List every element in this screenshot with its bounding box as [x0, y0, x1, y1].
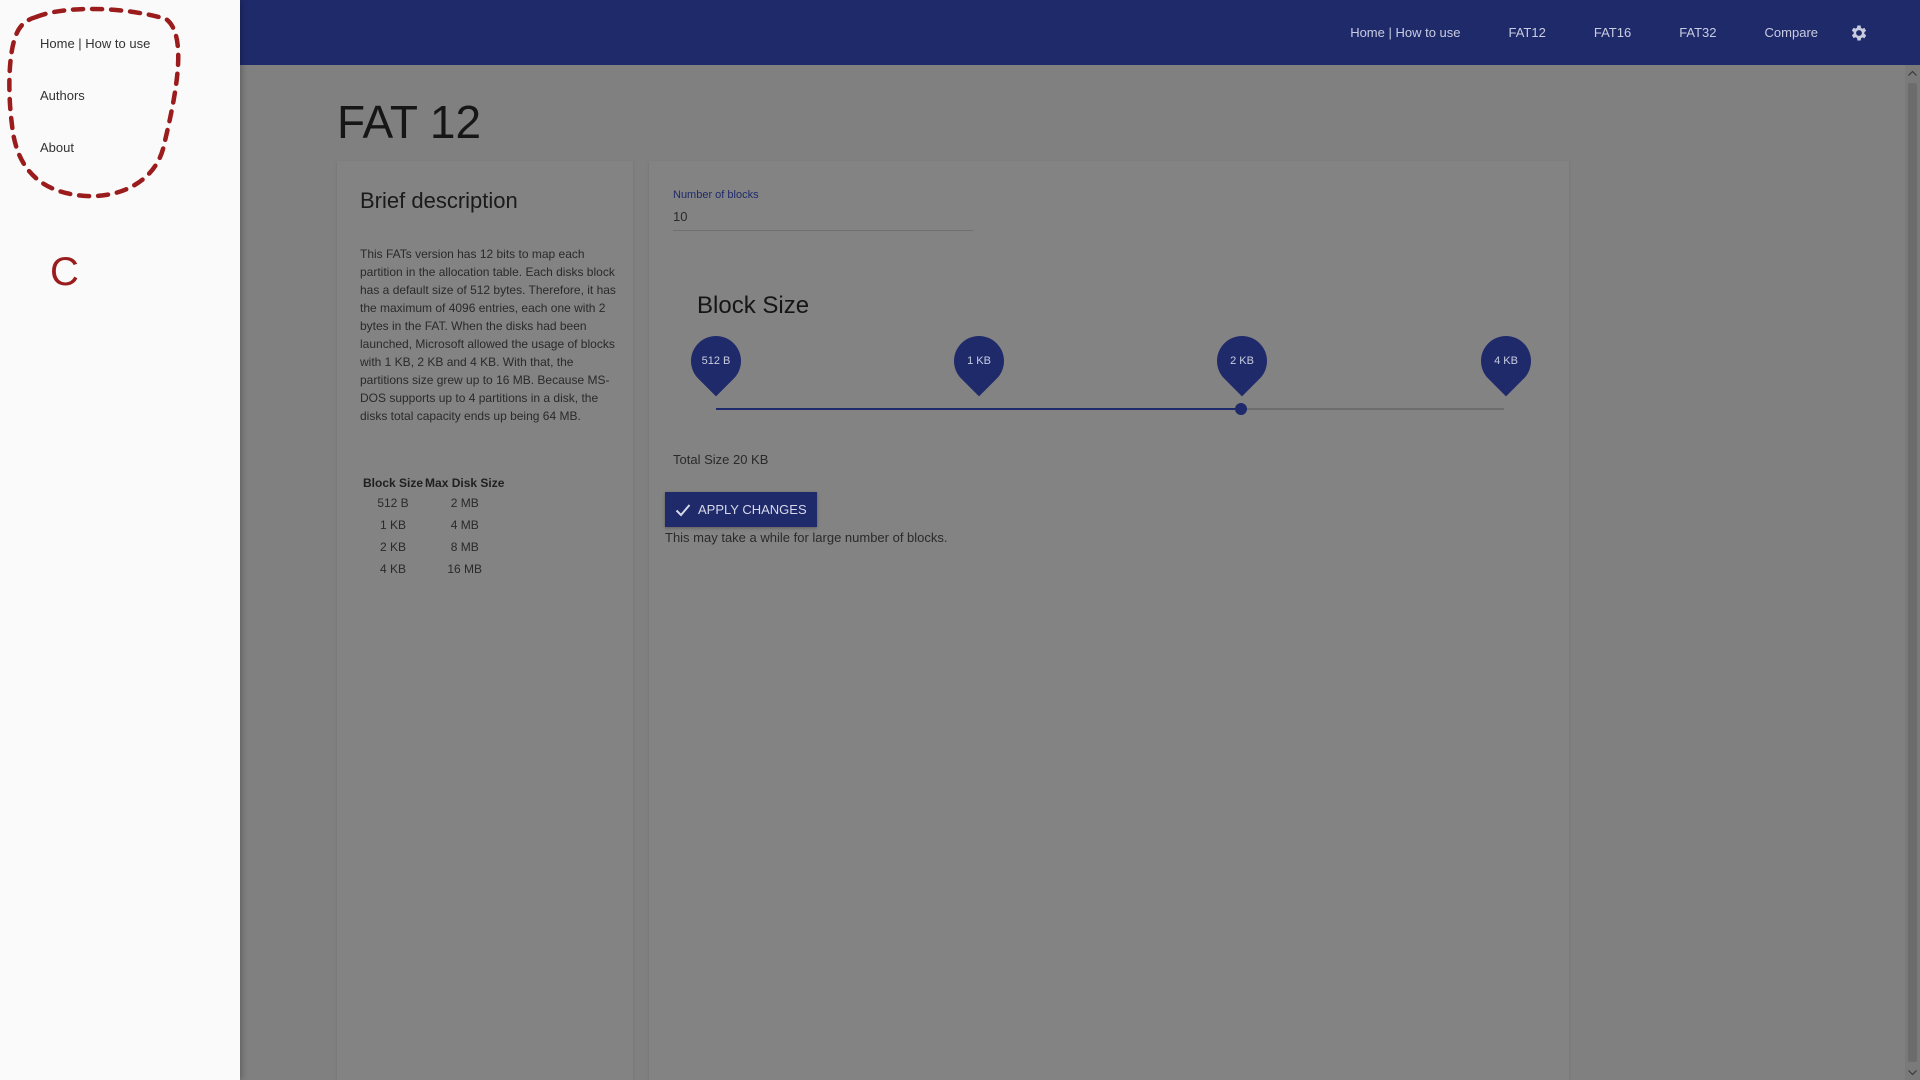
table-cell: 4 MB	[450, 518, 479, 532]
block-size-pin[interactable]: 2 KB	[1206, 325, 1278, 397]
table-cell: 8 MB	[450, 540, 479, 554]
block-size-label: 512 B	[701, 355, 731, 367]
table-row: 512 B 2 MB	[362, 492, 505, 514]
scrollbar-thumb[interactable]	[1908, 83, 1917, 1062]
nav-fat32[interactable]: FAT32	[1679, 25, 1716, 40]
side-drawer: Home | How to use Authors About C	[0, 0, 240, 1080]
table-header: Max Disk Size	[425, 476, 505, 490]
table-row: 4 KB 16 MB	[362, 558, 505, 580]
top-nav: Home | How to use FAT12 FAT16 FAT32 Comp…	[1302, 0, 1870, 65]
apply-changes-button[interactable]: APPLY CHANGES	[665, 492, 817, 527]
scroll-down-arrow-icon[interactable]	[1905, 1065, 1920, 1080]
nav-fat12[interactable]: FAT12	[1509, 25, 1546, 40]
table-header-row: Block Size Max Disk Size	[362, 474, 505, 492]
main-content: FAT 12 Brief description This FATs versi…	[240, 65, 1905, 1080]
app-bar: Home | How to use FAT12 FAT16 FAT32 Comp…	[0, 0, 1920, 65]
block-size-slider[interactable]: 512 B 1 KB 2 KB 4 KB	[680, 325, 1542, 436]
slider-track-fill	[716, 408, 1242, 410]
table-cell: 16 MB	[447, 562, 483, 576]
block-size-table: Block Size Max Disk Size 512 B 2 MB 1 KB…	[362, 474, 505, 580]
block-size-label: 2 KB	[1230, 355, 1254, 367]
annotation-letter: C	[50, 250, 79, 294]
block-size-title: Block Size	[697, 292, 810, 319]
description-text: This FATs version has 12 bits to map eac…	[360, 247, 616, 423]
blocks-input[interactable]: 10	[673, 209, 973, 231]
block-size-label: 1 KB	[967, 355, 991, 367]
check-icon	[675, 503, 691, 517]
block-size-pin[interactable]: 4 KB	[1470, 325, 1542, 397]
nav-home[interactable]: Home | How to use	[1350, 25, 1460, 40]
table-header: Block Size	[363, 476, 424, 490]
block-size-pin[interactable]: 512 B	[680, 325, 752, 397]
table-row: 2 KB 8 MB	[362, 536, 505, 558]
description-card: Brief description This FATs version has …	[337, 161, 633, 1080]
annotation-dashed-loop	[7, 6, 181, 199]
table-cell: 2 KB	[380, 540, 407, 554]
table-row: 1 KB 4 MB	[362, 514, 505, 536]
table-cell: 512 B	[377, 496, 409, 510]
table-cell: 1 KB	[380, 518, 407, 532]
total-size: Total Size 20 KB	[673, 452, 769, 467]
blocks-field[interactable]: Number of blocks 10	[673, 189, 973, 231]
slider-thumb[interactable]	[1235, 403, 1248, 415]
apply-changes-label: APPLY CHANGES	[698, 502, 807, 517]
apply-hint: This may take a while for large number o…	[665, 530, 948, 545]
scrollbar[interactable]	[1905, 65, 1920, 1080]
scroll-up-arrow-icon[interactable]	[1905, 65, 1920, 80]
table-cell: 4 KB	[380, 562, 407, 576]
blocks-field-label: Number of blocks	[673, 189, 759, 201]
settings-card: Number of blocks 10 Block Size 512 B 1 K…	[649, 161, 1569, 1080]
block-size-label: 4 KB	[1494, 355, 1518, 367]
nav-compare[interactable]: Compare	[1765, 25, 1818, 40]
page-title: FAT 12	[337, 96, 482, 148]
nav-fat16[interactable]: FAT16	[1594, 25, 1631, 40]
gear-icon[interactable]	[1848, 22, 1870, 44]
description-title: Brief description	[360, 188, 518, 213]
block-size-pin[interactable]: 1 KB	[943, 325, 1015, 397]
table-cell: 2 MB	[450, 496, 479, 510]
